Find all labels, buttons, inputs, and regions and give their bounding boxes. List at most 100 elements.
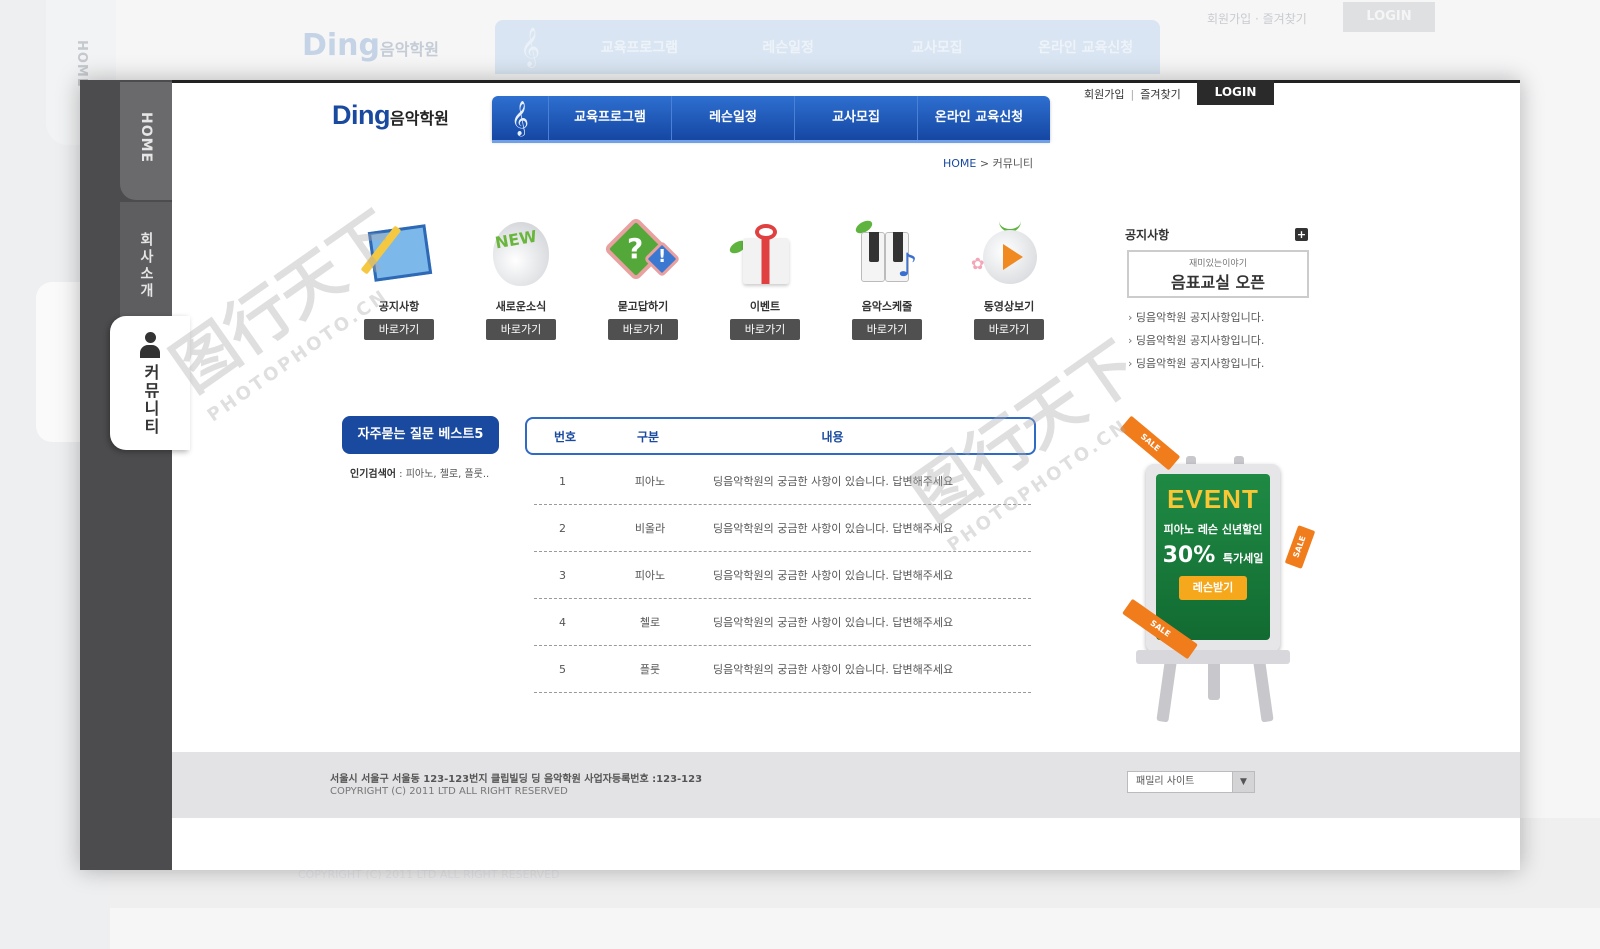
notice-banner[interactable]: 재미있는이야기 음표교실 오픈 — [1127, 250, 1309, 298]
row-category: 첼로 — [639, 616, 661, 629]
row-content[interactable]: 딩음악학원의 궁금한 사항이 있습니다. 답변해주세요 — [709, 520, 1031, 536]
goto-button[interactable]: 바로가기 — [974, 319, 1044, 340]
table-row[interactable]: 1 피아노 딩음악학원의 궁금한 사항이 있습니다. 답변해주세요 — [534, 458, 1031, 505]
chevron-down-icon[interactable]: ▼ — [1232, 772, 1254, 792]
quick-item-label: 묻고답하기 — [617, 300, 669, 313]
family-site-label: 패밀리 사이트 — [1136, 776, 1195, 787]
notice-title: 공지사항 — [1125, 228, 1170, 242]
sidebar-tab-community-label: 커뮤니티 — [141, 364, 160, 436]
column-header-content: 내용 — [821, 429, 844, 444]
nav-item-recruit[interactable]: 교사모집 — [794, 96, 917, 140]
table-row[interactable]: 5 플룻 딩음악학원의 궁금한 사항이 있습니다. 답변해주세요 — [534, 646, 1031, 693]
notice-banner-main: 음표교실 오픈 — [1171, 273, 1265, 292]
treble-clef-icon: 𝄞 — [519, 27, 541, 67]
new-egg-icon[interactable]: NEW — [481, 208, 561, 292]
main-nav: 𝄞 교육프로그램 레슨일정 교사모집 온라인 교육신청 — [492, 96, 1050, 140]
row-number: 5 — [559, 662, 566, 676]
quick-item-notice: 공지사항 바로가기 — [338, 208, 460, 340]
person-icon — [138, 332, 162, 360]
quick-item-schedule: ♪ 음악스케줄 바로가기 — [826, 208, 948, 340]
logo[interactable]: Ding음악학원 — [332, 100, 449, 131]
join-link[interactable]: 회원가입 — [1084, 88, 1124, 101]
quick-item-qa: ?! 묻고답하기 바로가기 — [582, 208, 704, 340]
goto-button[interactable]: 바로가기 — [730, 319, 800, 340]
question-answer-icon[interactable]: ?! — [603, 208, 683, 292]
background-nav-item: 교사모집 — [911, 40, 963, 56]
sidebar-tab-home[interactable]: HOME — [120, 82, 172, 200]
quick-item-label: 새로운소식 — [495, 300, 547, 313]
row-content[interactable]: 딩음악학원의 궁금한 사항이 있습니다. 답변해주세요 — [709, 661, 1031, 677]
breadcrumb: HOME > 커뮤니티 — [943, 155, 1033, 171]
quick-item-news: NEW 새로운소식 바로가기 — [460, 208, 582, 340]
row-content[interactable]: 딩음악학원의 궁금한 사항이 있습니다. 답변해주세요 — [709, 567, 1031, 583]
piano-note-icon[interactable]: ♪ — [847, 208, 927, 292]
nav-item-program[interactable]: 교육프로그램 — [548, 96, 671, 140]
notice-item[interactable]: 딩음악학원 공지사항입니다. — [1128, 306, 1264, 329]
login-button[interactable]: LOGIN — [1197, 80, 1274, 105]
top-border — [80, 80, 1520, 83]
column-header-category: 구분 — [636, 429, 660, 444]
gift-box-icon[interactable] — [725, 208, 805, 292]
more-plus-icon[interactable]: + — [1295, 228, 1308, 241]
event-line: 피아노 레슨 신년할인 — [1163, 523, 1263, 536]
quick-item-video: ✿ 동영상보기 바로가기 — [948, 208, 1070, 340]
nav-item-apply[interactable]: 온라인 교육신청 — [917, 96, 1040, 140]
video-play-icon[interactable]: ✿ — [969, 208, 1049, 292]
background-nav-item: 레슨일정 — [762, 40, 814, 56]
table-row[interactable]: 4 첼로 딩음악학원의 궁금한 사항이 있습니다. 답변해주세요 — [534, 599, 1031, 646]
notice-item[interactable]: 딩음악학원 공지사항입니다. — [1128, 352, 1264, 375]
popular-keywords: 인기검색어 : 피아노, 첼로, 플룻.. — [350, 469, 490, 480]
quick-item-label: 공지사항 — [378, 300, 420, 313]
row-content[interactable]: 딩음악학원의 궁금한 사항이 있습니다. 답변해주세요 — [709, 473, 1031, 489]
row-number: 2 — [559, 521, 566, 535]
notice-item[interactable]: 딩음악학원 공지사항입니다. — [1128, 329, 1264, 352]
table-row[interactable]: 3 피아노 딩음악학원의 궁금한 사항이 있습니다. 답변해주세요 — [534, 552, 1031, 599]
faq-table-header: 번호 구분 내용 — [525, 417, 1036, 455]
footer-address: 서울시 서울구 서울동 123-123번지 클립빌딩 딩 음악학원 사업자등록번… — [330, 774, 703, 785]
row-number: 3 — [559, 568, 566, 582]
logo-name: Ding — [332, 100, 391, 130]
quick-item-label: 이벤트 — [749, 300, 781, 313]
quick-item-label: 동영상보기 — [983, 300, 1035, 313]
quick-item-label: 음악스케줄 — [861, 300, 913, 313]
footer-copyright: COPYRIGHT (C) 2011 LTD ALL RIGHT RESERVE… — [330, 786, 568, 797]
favorite-link[interactable]: 즐겨찾기 — [1140, 88, 1180, 101]
goto-button[interactable]: 바로가기 — [608, 319, 678, 340]
notice-banner-sub: 재미있는이야기 — [1189, 259, 1247, 269]
sidebar-tab-community[interactable]: 커뮤니티 — [110, 316, 190, 450]
family-site-select[interactable]: 패밀리 사이트 ▼ — [1127, 771, 1255, 793]
quick-menu: 공지사항 바로가기 NEW 새로운소식 바로가기 ?! 묻고답하기 바로가기 이… — [338, 208, 1070, 340]
faq-title-tab[interactable]: 자주묻는 질문 베스트5 — [342, 416, 499, 454]
background-login: LOGIN — [1343, 2, 1435, 32]
sidebar-tab-about[interactable]: 회사소개 — [120, 202, 172, 322]
nav-underline — [492, 140, 1050, 143]
sale-ribbon: SALE — [1119, 415, 1181, 471]
goto-button[interactable]: 바로가기 — [852, 319, 922, 340]
row-content[interactable]: 딩음악학원의 궁금한 사항이 있습니다. 답변해주세요 — [709, 614, 1031, 630]
background-nav-item: 교육프로그램 — [600, 40, 679, 56]
breadcrumb-home[interactable]: HOME — [943, 157, 976, 170]
row-category: 피아노 — [634, 569, 666, 582]
goto-button[interactable]: 바로가기 — [486, 319, 556, 340]
notice-list: 딩음악학원 공지사항입니다. 딩음악학원 공지사항입니다. 딩음악학원 공지사항… — [1128, 306, 1264, 375]
background-logo: Ding음악학원 — [302, 28, 439, 63]
goto-button[interactable]: 바로가기 — [364, 319, 434, 340]
background-util: 회원가입 · 즐겨찾기 — [1207, 12, 1307, 26]
logo-sub: 음악학원 — [390, 111, 449, 128]
background-nav-item: 온라인 교육신청 — [1038, 40, 1134, 56]
row-number: 4 — [559, 615, 566, 629]
sale-ribbon: SALE — [1284, 525, 1316, 569]
row-category: 플룻 — [639, 663, 661, 676]
table-row[interactable]: 2 비올라 딩음악학원의 궁금한 사항이 있습니다. 답변해주세요 — [534, 505, 1031, 552]
row-category: 피아노 — [634, 475, 666, 488]
breadcrumb-separator: > — [979, 157, 990, 170]
notice-board-icon[interactable] — [359, 208, 439, 292]
row-category: 비올라 — [634, 522, 666, 535]
event-banner[interactable]: EVENT 피아노 레슨 신년할인 30% 특가세일 레슨받기 SALE SAL… — [1110, 415, 1330, 730]
column-header-number: 번호 — [553, 429, 577, 444]
nav-item-schedule[interactable]: 레슨일정 — [671, 96, 794, 140]
popular-values[interactable]: 피아노, 첼로, 플룻.. — [406, 469, 489, 480]
popular-label: 인기검색어 — [350, 469, 396, 480]
event-cta-button[interactable]: 레슨받기 — [1179, 576, 1247, 600]
easel-tray — [1136, 650, 1290, 664]
